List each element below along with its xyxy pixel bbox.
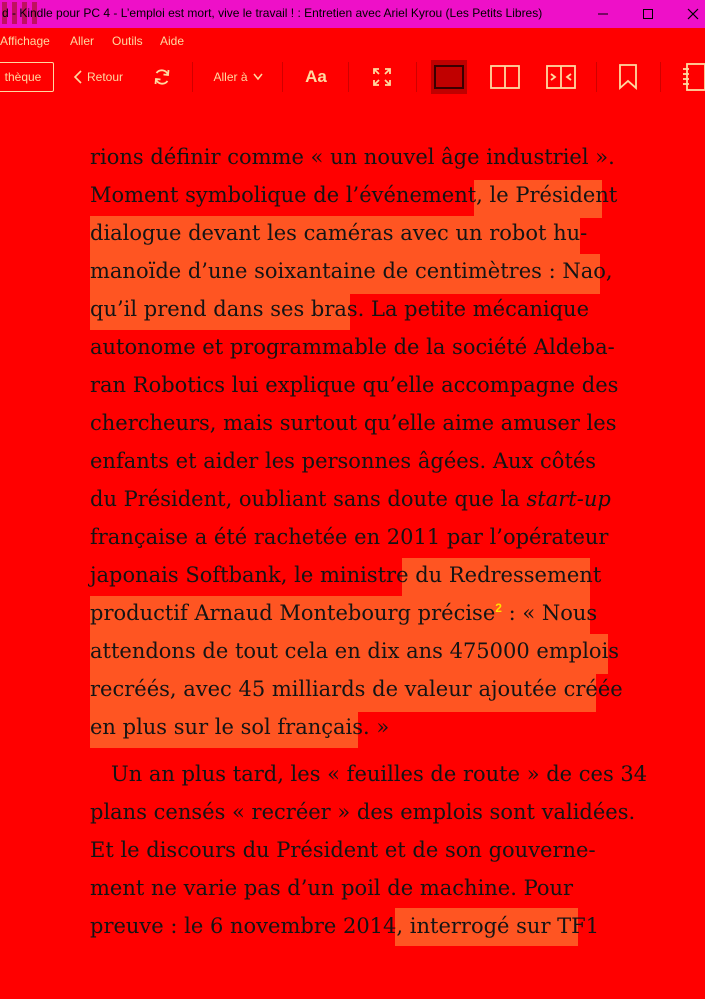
text-line[interactable]: autonome et programmable de la société A… bbox=[90, 328, 615, 366]
text-segment: rions définir comme « un nouvel âge indu… bbox=[90, 145, 615, 169]
text-line[interactable]: rions définir comme « un nouvel âge indu… bbox=[90, 138, 615, 176]
highlighted-text: dialogue devant les caméras avec un robo… bbox=[90, 221, 588, 245]
minimize-button[interactable] bbox=[580, 0, 625, 28]
highlighted-text: manoïde d’une soixantaine de centimètres… bbox=[90, 259, 613, 283]
text-segment: Et le discours du Président et de son go… bbox=[90, 838, 596, 862]
text-segment: ment ne varie pas d’un poil de machine. … bbox=[90, 876, 574, 900]
close-button[interactable] bbox=[670, 0, 705, 28]
text-line[interactable]: productif Arnaud Montebourg précise2 : «… bbox=[90, 594, 597, 632]
footnote-link[interactable]: 2 bbox=[495, 601, 502, 615]
text-segment: Moment symbolique de l’événement, bbox=[90, 183, 490, 207]
text-line[interactable]: recréés, avec 45 milliards de valeur ajo… bbox=[90, 670, 623, 708]
text-line[interactable]: Et le discours du Président et de son go… bbox=[90, 831, 596, 869]
reading-pane[interactable]: rions définir comme « un nouvel âge indu… bbox=[0, 100, 705, 999]
sync-button[interactable] bbox=[146, 54, 178, 100]
highlighted-text: qu’il prend dans ses bras. bbox=[90, 297, 365, 321]
text-line[interactable]: japonais Softbank, le ministre du Redres… bbox=[90, 556, 601, 594]
menu-bar: Affichage Aller Outils Aide bbox=[0, 28, 705, 54]
menu-aller[interactable]: Aller bbox=[70, 34, 94, 48]
highlighted-text: : « Nous bbox=[501, 601, 598, 625]
text-line[interactable]: en plus sur le sol français. » bbox=[90, 708, 389, 746]
window-titlebar: d - Kindle pour PC 4 - L’emploi est mort… bbox=[0, 0, 705, 28]
notebook-button[interactable] bbox=[676, 54, 705, 100]
highlighted-text: en plus sur le sol français. bbox=[90, 715, 370, 739]
font-settings-button[interactable]: Aa bbox=[296, 54, 336, 100]
text-line[interactable]: Moment symbolique de l’événement, le Pré… bbox=[90, 176, 617, 214]
highlighted-text: attendons de tout cela en dix ans 475000… bbox=[90, 639, 620, 663]
text-segment: autonome et programmable de la société A… bbox=[90, 335, 615, 359]
text-line[interactable]: du Président, oubliant sans doute que la… bbox=[90, 480, 611, 518]
text-line[interactable]: chercheurs, mais surtout qu’elle aime am… bbox=[90, 404, 616, 442]
bookmark-icon bbox=[619, 64, 637, 90]
highlighted-text: recréés, avec 45 milliards de valeur ajo… bbox=[90, 677, 623, 701]
text-segment: Un an plus tard, les « feuilles de route… bbox=[90, 762, 648, 786]
text-segment: française a été rachetée en 2011 par l’o… bbox=[90, 525, 609, 549]
text-segment: preuve : le 6 novembre 2014, bbox=[90, 914, 410, 938]
fullscreen-button[interactable] bbox=[364, 54, 400, 100]
text-line[interactable]: attendons de tout cela en dix ans 475000… bbox=[90, 632, 619, 670]
text-line[interactable]: ran Robotics lui explique qu’elle accomp… bbox=[90, 366, 618, 404]
chevron-left-icon bbox=[73, 70, 82, 84]
text-segment: » bbox=[369, 715, 390, 739]
scroll-view-icon bbox=[546, 65, 576, 89]
text-line[interactable]: enfants et aider les personnes âgées. Au… bbox=[90, 442, 596, 480]
library-label: thèque bbox=[4, 70, 42, 84]
single-page-view-button[interactable] bbox=[430, 54, 468, 100]
back-button[interactable]: Retour bbox=[68, 54, 128, 100]
back-label: Retour bbox=[86, 70, 124, 84]
text-segment: du Président, oubliant sans doute que la bbox=[90, 487, 527, 511]
minimize-icon bbox=[597, 13, 608, 15]
scroll-view-button[interactable] bbox=[542, 54, 580, 100]
highlighted-text: productif Arnaud Montebourg précise bbox=[90, 601, 496, 625]
window-title: d - Kindle pour PC 4 - L’emploi est mort… bbox=[2, 6, 543, 20]
highlighted-text: le Président bbox=[489, 183, 618, 207]
notebook-icon bbox=[683, 63, 705, 91]
text-line[interactable]: manoïde d’une soixantaine de centimètres… bbox=[90, 252, 613, 290]
text-line[interactable]: qu’il prend dans ses bras. La petite méc… bbox=[90, 290, 589, 328]
reader-toolbar: thèque Retour Aller à Aa bbox=[0, 54, 705, 100]
text-segment-italic: start-up bbox=[526, 487, 611, 511]
text-segment: ran Robotics lui explique qu’elle accomp… bbox=[90, 373, 619, 397]
fullscreen-icon bbox=[373, 68, 391, 86]
text-line[interactable]: Un an plus tard, les « feuilles de route… bbox=[90, 755, 647, 793]
text-segment: japonais Softbank, le ministre bbox=[90, 563, 416, 587]
text-line[interactable]: ment ne varie pas d’un poil de machine. … bbox=[90, 869, 573, 907]
menu-aide[interactable]: Aide bbox=[160, 34, 184, 48]
text-line[interactable]: dialogue devant les caméras avec un robo… bbox=[90, 214, 587, 252]
chevron-down-icon bbox=[252, 73, 263, 81]
highlighted-text: interrogé sur TF1 bbox=[409, 914, 600, 938]
goto-label: Aller à bbox=[213, 70, 248, 84]
two-page-view-button[interactable] bbox=[486, 54, 524, 100]
highlighted-text: du Redressement bbox=[415, 563, 602, 587]
goto-button[interactable]: Aller à bbox=[204, 54, 272, 100]
maximize-button[interactable] bbox=[625, 0, 670, 28]
text-line[interactable]: plans censés « recréer » des emplois son… bbox=[90, 793, 635, 831]
font-settings-label: Aa bbox=[305, 67, 327, 86]
bookmark-button[interactable] bbox=[610, 54, 646, 100]
text-segment: chercheurs, mais surtout qu’elle aime am… bbox=[90, 411, 617, 435]
two-page-icon bbox=[490, 65, 520, 89]
text-line[interactable]: preuve : le 6 novembre 2014, interrogé s… bbox=[90, 907, 599, 945]
menu-outils[interactable]: Outils bbox=[112, 34, 143, 48]
maximize-icon bbox=[642, 9, 653, 19]
menu-affichage[interactable]: Affichage bbox=[0, 34, 50, 48]
text-line[interactable]: française a été rachetée en 2011 par l’o… bbox=[90, 518, 608, 556]
text-segment: enfants et aider les personnes âgées. Au… bbox=[90, 449, 597, 473]
sync-icon bbox=[154, 69, 170, 85]
text-segment: plans censés « recréer » des emplois son… bbox=[90, 800, 636, 824]
text-segment: La petite mécanique bbox=[364, 297, 590, 321]
library-button[interactable]: thèque bbox=[0, 62, 54, 92]
single-page-icon bbox=[431, 60, 467, 94]
close-icon bbox=[687, 8, 698, 20]
